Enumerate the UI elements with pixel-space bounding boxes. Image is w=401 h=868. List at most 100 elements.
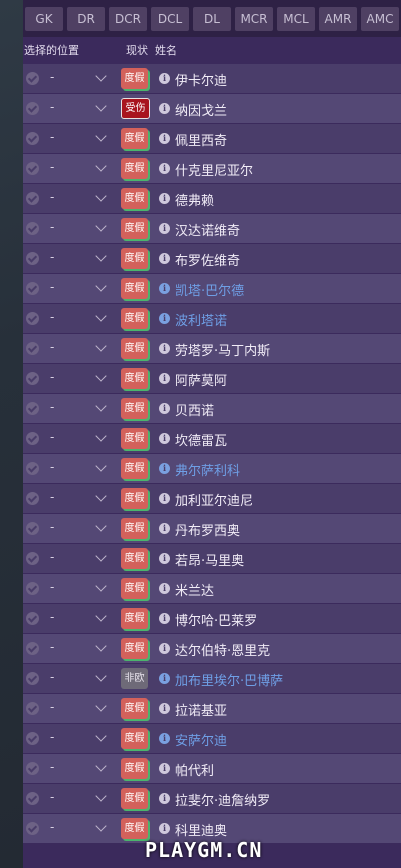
chevron-down-icon[interactable] [95, 730, 107, 742]
player-row[interactable]: - 度假 i 劳塔罗·马丁内斯 [23, 334, 401, 363]
selected-position-value[interactable]: - [50, 550, 54, 564]
info-icon[interactable]: i [159, 553, 170, 564]
selected-position-value[interactable]: - [50, 190, 54, 204]
player-row[interactable]: - 度假 i 凯塔·巴尔德 [23, 274, 401, 303]
info-icon[interactable]: i [159, 823, 170, 834]
player-row[interactable]: - 度假 i 德弗赖 [23, 184, 401, 213]
chevron-down-icon[interactable] [95, 430, 107, 442]
chevron-down-icon[interactable] [95, 490, 107, 502]
info-icon[interactable]: i [159, 313, 170, 324]
player-name-link[interactable]: 达尔伯特·恩里克 [175, 640, 270, 659]
info-icon[interactable]: i [159, 673, 170, 684]
checkmark-icon[interactable] [26, 282, 39, 295]
chevron-down-icon[interactable] [95, 580, 107, 592]
chevron-down-icon[interactable] [95, 400, 107, 412]
selected-position-value[interactable]: - [50, 400, 54, 414]
selected-position-value[interactable]: - [50, 310, 54, 324]
checkmark-icon[interactable] [26, 222, 39, 235]
player-name-link[interactable]: 汉达诺维奇 [175, 220, 240, 239]
checkmark-icon[interactable] [26, 312, 39, 325]
selected-position-value[interactable]: - [50, 460, 54, 474]
player-row[interactable]: - 度假 i 帕代利 [23, 754, 401, 783]
player-row[interactable]: - 度假 i 拉诺基亚 [23, 694, 401, 723]
player-row[interactable]: - 度假 i 米兰达 [23, 574, 401, 603]
info-icon[interactable]: i [159, 163, 170, 174]
player-name-link[interactable]: 拉诺基亚 [175, 700, 227, 719]
info-icon[interactable]: i [159, 703, 170, 714]
checkmark-icon[interactable] [26, 612, 39, 625]
checkmark-icon[interactable] [26, 132, 39, 145]
player-name-link[interactable]: 纳因戈兰 [175, 100, 227, 119]
checkmark-icon[interactable] [26, 792, 39, 805]
player-name-link[interactable]: 丹布罗西奥 [175, 520, 240, 539]
selected-position-value[interactable]: - [50, 70, 54, 84]
player-name-link[interactable]: 佩里西奇 [175, 130, 227, 149]
player-name-link[interactable]: 阿萨莫阿 [175, 370, 227, 389]
chevron-down-icon[interactable] [95, 670, 107, 682]
player-row[interactable]: - 度假 i 加利亚尔迪尼 [23, 484, 401, 513]
checkmark-icon[interactable] [26, 492, 39, 505]
player-row[interactable]: - 度假 i 拉斐尔·迪詹纳罗 [23, 784, 401, 813]
selected-position-value[interactable]: - [50, 280, 54, 294]
header-name[interactable]: 姓名 [155, 42, 177, 58]
info-icon[interactable]: i [159, 403, 170, 414]
info-icon[interactable]: i [159, 193, 170, 204]
player-row[interactable]: - 度假 i 贝西诺 [23, 394, 401, 423]
info-icon[interactable]: i [159, 733, 170, 744]
checkmark-icon[interactable] [26, 702, 39, 715]
selected-position-value[interactable]: - [50, 160, 54, 174]
player-row[interactable]: - 度假 i 坎德雷瓦 [23, 424, 401, 453]
player-name-link[interactable]: 伊卡尔迪 [175, 70, 227, 89]
position-button-gk[interactable]: GK [25, 7, 63, 31]
info-icon[interactable]: i [159, 523, 170, 534]
position-button-dcr[interactable]: DCR [109, 7, 147, 31]
chevron-down-icon[interactable] [95, 790, 107, 802]
player-row[interactable]: - 度假 i 丹布罗西奥 [23, 514, 401, 543]
info-icon[interactable]: i [159, 283, 170, 294]
chevron-down-icon[interactable] [95, 700, 107, 712]
player-row[interactable]: - 度假 i 什克里尼亚尔 [23, 154, 401, 183]
selected-position-value[interactable]: - [50, 250, 54, 264]
checkmark-icon[interactable] [26, 762, 39, 775]
header-status[interactable]: 现状 [126, 42, 148, 58]
selected-position-value[interactable]: - [50, 490, 54, 504]
info-icon[interactable]: i [159, 793, 170, 804]
checkmark-icon[interactable] [26, 402, 39, 415]
selected-position-value[interactable]: - [50, 790, 54, 804]
info-icon[interactable]: i [159, 493, 170, 504]
player-name-link[interactable]: 贝西诺 [175, 400, 214, 419]
position-button-mcr[interactable]: MCR [235, 7, 273, 31]
checkmark-icon[interactable] [26, 432, 39, 445]
player-name-link[interactable]: 科里迪奥 [175, 820, 227, 839]
player-name-link[interactable]: 博尔哈·巴莱罗 [175, 610, 257, 629]
chevron-down-icon[interactable] [95, 130, 107, 142]
player-row[interactable]: - 受伤 i 纳因戈兰 [23, 94, 401, 123]
chevron-down-icon[interactable] [95, 610, 107, 622]
player-name-link[interactable]: 劳塔罗·马丁内斯 [175, 340, 270, 359]
player-row[interactable]: - 度假 i 安萨尔迪 [23, 724, 401, 753]
player-row[interactable]: - 度假 i 波利塔诺 [23, 304, 401, 333]
player-row[interactable]: - 度假 i 博尔哈·巴莱罗 [23, 604, 401, 633]
info-icon[interactable]: i [159, 343, 170, 354]
chevron-down-icon[interactable] [95, 280, 107, 292]
chevron-down-icon[interactable] [95, 190, 107, 202]
player-name-link[interactable]: 弗尔萨利科 [175, 460, 240, 479]
selected-position-value[interactable]: - [50, 580, 54, 594]
player-name-link[interactable]: 凯塔·巴尔德 [175, 280, 244, 299]
selected-position-value[interactable]: - [50, 340, 54, 354]
checkmark-icon[interactable] [26, 552, 39, 565]
info-icon[interactable]: i [159, 583, 170, 594]
player-name-link[interactable]: 米兰达 [175, 580, 214, 599]
selected-position-value[interactable]: - [50, 670, 54, 684]
chevron-down-icon[interactable] [95, 220, 107, 232]
selected-position-value[interactable]: - [50, 100, 54, 114]
selected-position-value[interactable]: - [50, 430, 54, 444]
player-row[interactable]: - 度假 i 达尔伯特·恩里克 [23, 634, 401, 663]
player-name-link[interactable]: 布罗佐维奇 [175, 250, 240, 269]
header-selected-position[interactable]: 选择的位置 [24, 42, 79, 58]
info-icon[interactable]: i [159, 613, 170, 624]
checkmark-icon[interactable] [26, 192, 39, 205]
player-name-link[interactable]: 波利塔诺 [175, 310, 227, 329]
checkmark-icon[interactable] [26, 822, 39, 835]
info-icon[interactable]: i [159, 763, 170, 774]
